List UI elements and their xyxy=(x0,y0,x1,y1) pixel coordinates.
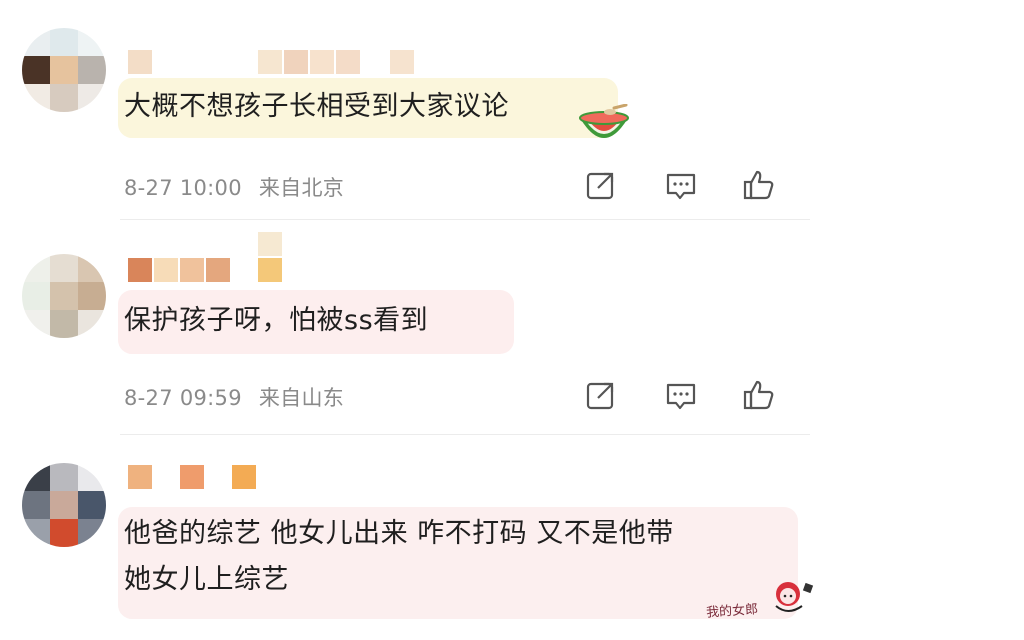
watermark-sticker: 我的女郎 xyxy=(706,576,816,624)
share-icon xyxy=(586,172,614,200)
share-button[interactable] xyxy=(584,378,618,412)
avatar[interactable] xyxy=(22,254,106,338)
like-button[interactable] xyxy=(742,378,776,412)
username-blurred[interactable] xyxy=(128,465,268,491)
username-blurred[interactable] xyxy=(128,232,298,284)
like-button[interactable] xyxy=(742,168,776,202)
comment-text: 保护孩子呀，怕被ss看到 xyxy=(124,305,429,336)
comment-item-3: 他爸的综艺 他女儿出来 咋不打码 又不是他带 她女儿上综艺 xyxy=(0,435,820,640)
comment-item-2: 保护孩子呀，怕被ss看到 8-27 09:59 来自山东 xyxy=(0,220,820,435)
avatar[interactable] xyxy=(22,463,106,547)
username-blurred[interactable] xyxy=(128,50,448,76)
thumbs-up-icon xyxy=(743,380,774,410)
comment-meta: 8-27 09:59 来自山东 xyxy=(124,382,354,412)
comment-icon xyxy=(666,383,696,410)
thumbs-up-icon xyxy=(743,170,774,200)
share-icon xyxy=(586,382,614,410)
comment-actions xyxy=(584,378,784,412)
timestamp: 8-27 10:00 xyxy=(124,176,242,200)
comment-text-line-1: 他爸的综艺 他女儿出来 咋不打码 又不是他带 xyxy=(124,518,674,549)
avatar[interactable] xyxy=(22,28,106,112)
comment-text: 大概不想孩子长相受到大家议论 xyxy=(124,91,509,122)
location: 来自山东 xyxy=(258,386,345,410)
comment-meta: 8-27 10:00 来自北京 xyxy=(124,172,354,202)
comment-actions xyxy=(584,168,784,202)
watermark-text: 我的女郎 xyxy=(705,602,759,621)
watermelon-emoji xyxy=(576,103,632,150)
comment-icon xyxy=(666,173,696,200)
timestamp: 8-27 09:59 xyxy=(124,386,242,410)
reply-button[interactable] xyxy=(664,168,698,202)
share-button[interactable] xyxy=(584,168,618,202)
comment-text-line-2: 她女儿上综艺 xyxy=(124,564,289,595)
reply-button[interactable] xyxy=(664,378,698,412)
comment-item-1: 大概不想孩子长相受到大家议论 8-27 10:00 来自北京 xyxy=(0,0,820,220)
location: 来自北京 xyxy=(258,176,345,200)
